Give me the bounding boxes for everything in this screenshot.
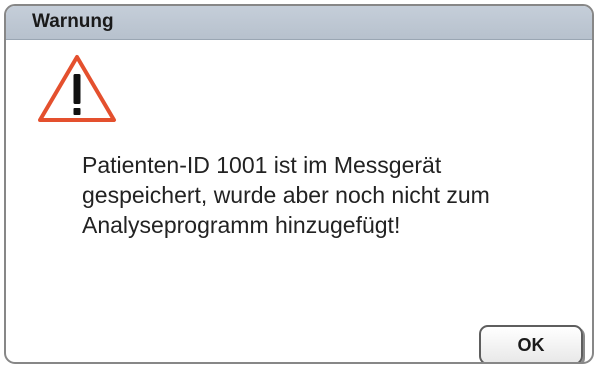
message-line: Patienten-ID 1001 ist im Messgerät — [82, 152, 442, 178]
warning-triangle-icon — [35, 52, 119, 125]
ok-button[interactable]: OK — [479, 325, 583, 362]
dialog-title: Warnung — [32, 11, 114, 32]
warning-dialog: Warnung Patienten-ID 1001 ist im Messger… — [4, 4, 594, 364]
dialog-message: Patienten-ID 1001 ist im Messgerät gespe… — [82, 150, 582, 240]
message-line: gespeichert, wurde aber noch nicht zum — [82, 182, 490, 208]
dialog-titlebar[interactable]: Warnung — [6, 6, 592, 40]
message-line: Analyseprogramm hinzugefügt! — [82, 212, 401, 238]
